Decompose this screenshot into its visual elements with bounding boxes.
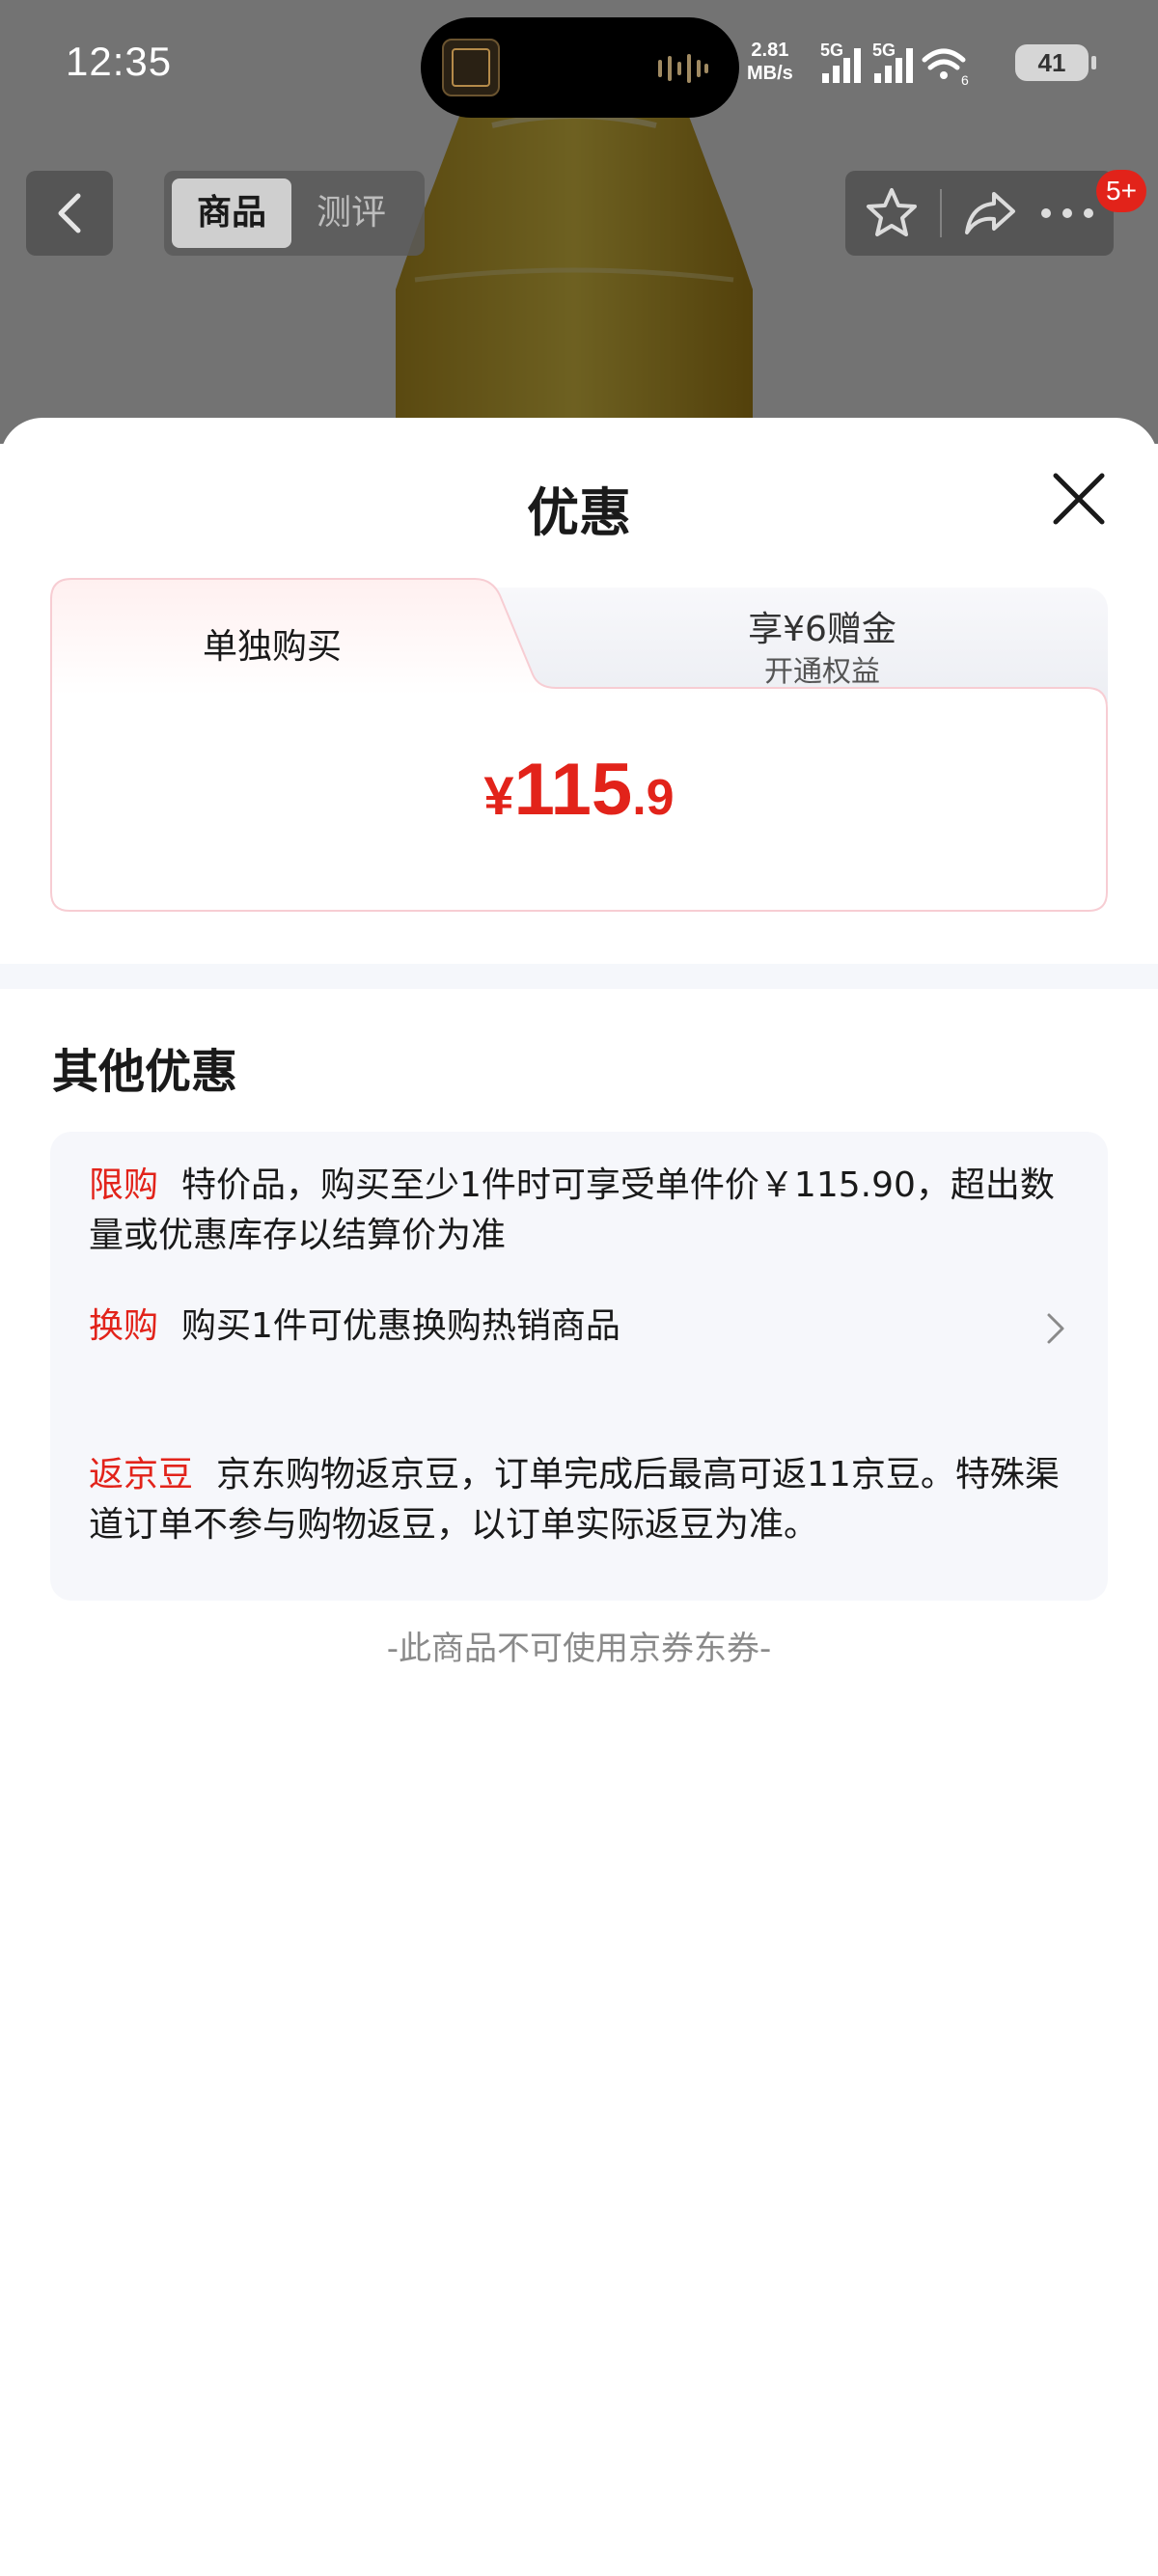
- network-speed: 2.81 MB/s: [747, 40, 793, 84]
- tab-buy-alone[interactable]: 单独购买: [50, 618, 494, 669]
- offer-trade-in[interactable]: 换购 购买1件可优惠换购热销商品: [89, 1302, 1063, 1352]
- notification-badge: 5+: [1096, 170, 1146, 212]
- nav-actions: [845, 171, 1114, 256]
- price-decimal: .9: [632, 770, 675, 826]
- discount-sheet: 优惠 单独购买 享¥6赠金 开通权益 ¥115.9 其他优惠 限购 特价品，购买至…: [0, 418, 1158, 2576]
- more-icon[interactable]: [1038, 204, 1096, 223]
- other-offers-title: 其他优惠: [52, 1045, 238, 1099]
- back-button[interactable]: [26, 171, 113, 256]
- signal-cluster: 5G 5G 6: [820, 41, 969, 87]
- wifi-icon: [922, 48, 966, 70]
- offer-text: 京东购物返京豆，订单完成后最高可返11京豆。特殊渠道订单不参与购物返豆，以订单实…: [89, 1455, 1060, 1545]
- tab-review[interactable]: 测评: [291, 178, 411, 248]
- price-card: 单独购买 享¥6赠金 开通权益 ¥115.9: [50, 578, 1108, 912]
- offer-tag: 返京豆: [89, 1455, 194, 1494]
- music-cover-icon: [442, 39, 500, 96]
- offers-list: 限购 特价品，购买至少1件时可享受单件价￥115.90，超出数量或优惠库存以结算价…: [50, 1132, 1108, 1601]
- coupon-note: -此商品不可使用京券东券-: [386, 1630, 772, 1668]
- close-icon[interactable]: [1048, 468, 1110, 530]
- chevron-right-icon[interactable]: [1044, 1311, 1067, 1346]
- price-integer: 115: [513, 749, 633, 831]
- offer-jd-beans: 返京豆 京东购物返京豆，订单完成后最高可返11京豆。特殊渠道订单不参与购物返豆，以…: [89, 1450, 1063, 1550]
- star-icon[interactable]: [863, 184, 921, 242]
- divider: [940, 189, 942, 237]
- offer-tag: 换购: [89, 1306, 159, 1346]
- share-icon[interactable]: [961, 184, 1019, 242]
- signal-2-label: 5G: [872, 41, 896, 60]
- battery-icon: 41: [1015, 44, 1096, 81]
- sheet-title: 优惠: [527, 482, 631, 543]
- signal-1-label: 5G: [820, 41, 843, 60]
- back-icon: [58, 193, 81, 233]
- status-bar: 12:35 2.81 MB/s 5G 5G 6 41: [0, 0, 1158, 135]
- offer-purchase-limit: 限购 特价品，购买至少1件时可享受单件价￥115.90，超出数量或优惠库存以结算价…: [89, 1161, 1063, 1261]
- tab-membership-sub[interactable]: 开通权益: [591, 647, 1054, 690]
- wifi-label: 6: [961, 72, 969, 87]
- price-currency: ¥: [483, 765, 514, 826]
- nav-tabs: 商品 测评: [164, 171, 425, 256]
- tab-membership[interactable]: 享¥6赠金: [591, 601, 1054, 651]
- section-divider: [0, 964, 1158, 989]
- audio-wave-icon: [658, 54, 708, 83]
- offer-tag: 限购: [89, 1165, 159, 1205]
- offer-text: 购买1件可优惠换购热销商品: [181, 1306, 620, 1346]
- price-display: ¥115.9: [50, 748, 1108, 832]
- dynamic-island[interactable]: [421, 17, 739, 118]
- offer-text: 特价品，购买至少1件时可享受单件价￥115.90，超出数量或优惠库存以结算价为准: [89, 1165, 1055, 1255]
- status-time: 12:35: [66, 39, 173, 84]
- tab-product[interactable]: 商品: [172, 178, 291, 248]
